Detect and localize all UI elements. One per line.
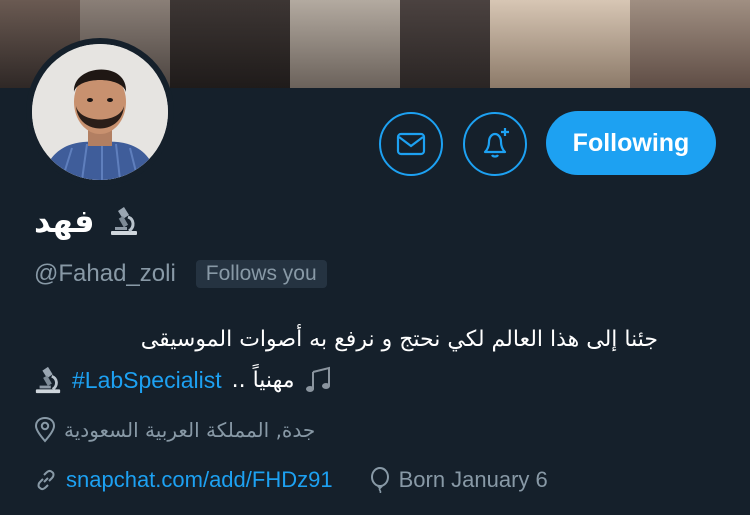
profile-website-link[interactable]: snapchat.com/add/FHDz91 <box>66 467 333 493</box>
banner-photo-tile <box>400 0 490 88</box>
avatar-portrait <box>32 44 168 180</box>
location-text: جدة, المملكة العربية السعودية <box>64 418 316 442</box>
bio-text: مهنياً .. <box>231 367 295 393</box>
avatar[interactable] <box>32 44 168 180</box>
username-handle: @Fahad_zoli <box>34 260 176 287</box>
bio-line-1: جئنا إلى هذا العالم لكي نحتج و نرفع به أ… <box>140 327 658 352</box>
hashtag-link[interactable]: #LabSpecialist <box>72 367 222 394</box>
bio-line-2: #LabSpecialist مهنياً .. <box>34 362 335 398</box>
bell-plus-icon <box>483 128 509 158</box>
display-name-row: فهد <box>34 196 139 246</box>
microscope-icon <box>35 366 61 394</box>
banner-photo-tile <box>170 0 290 88</box>
banner-photo-tile <box>490 0 630 88</box>
location-row: جدة, المملكة العربية السعودية <box>34 414 315 446</box>
balloon-icon <box>370 467 389 493</box>
follows-you-badge: Follows you <box>195 260 327 288</box>
birthday-text: Born January 6 <box>398 467 548 492</box>
banner-photo-tile <box>290 0 400 88</box>
location-pin-icon <box>34 417 56 443</box>
link-icon <box>37 469 55 491</box>
handle-row: @Fahad_zoli Follows you <box>34 260 327 288</box>
avatar-ring[interactable] <box>26 38 174 186</box>
display-name: فهد <box>34 202 95 240</box>
envelope-icon <box>396 132 426 156</box>
microscope-icon <box>110 207 137 235</box>
banner-photo-tile <box>630 0 750 88</box>
music-notes-icon <box>305 366 330 392</box>
meta-row: snapchat.com/add/FHDz91 Born January 6 <box>34 464 548 496</box>
message-button[interactable] <box>379 112 443 176</box>
following-button[interactable]: Following <box>546 111 716 175</box>
notifications-button[interactable] <box>463 112 527 176</box>
